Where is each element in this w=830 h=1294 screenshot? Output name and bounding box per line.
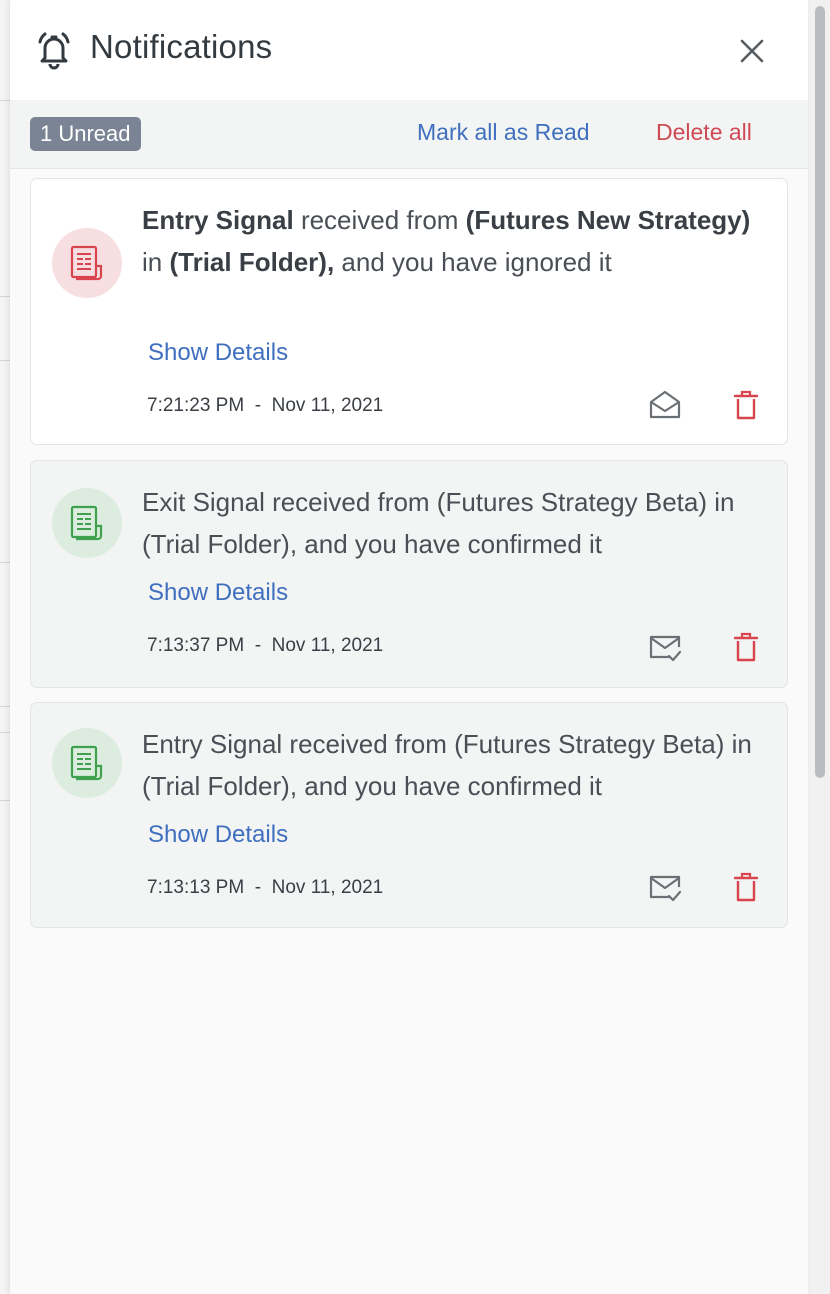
mark-unread-envelope-check-icon[interactable] <box>647 629 683 665</box>
notifications-toolbar: 1 Unread Mark all as Read Delete all <box>10 100 808 169</box>
notification-message: Entry Signal received from (Futures Stra… <box>142 729 752 801</box>
notification-timestamp: 7:21:23 PM - Nov 11, 2021 <box>147 395 384 416</box>
unread-badge: 1 Unread <box>30 117 141 151</box>
notification-message: Exit Signal received from (Futures Strat… <box>142 487 735 559</box>
scrollbar-thumb[interactable] <box>815 6 825 778</box>
page-title: Notifications <box>90 28 273 65</box>
bell-icon <box>38 32 70 70</box>
show-details-link[interactable]: Show Details <box>148 821 288 849</box>
notification-avatar <box>52 228 122 298</box>
notification-card: Exit Signal received from (Futures Strat… <box>30 460 788 688</box>
notification-card: Entry Signal received from (Futures New … <box>30 178 788 445</box>
show-details-link[interactable]: Show Details <box>148 579 288 607</box>
folder-name: (Trial Folder), <box>169 247 335 277</box>
document-icon <box>70 745 103 781</box>
notification-avatar <box>52 728 122 798</box>
notification-timestamp: 7:13:37 PM - Nov 11, 2021 <box>147 635 384 656</box>
notification-avatar <box>52 488 122 558</box>
mark-all-read-button[interactable]: Mark all as Read <box>417 119 590 146</box>
close-icon[interactable] <box>733 32 771 70</box>
trash-icon[interactable] <box>728 629 764 665</box>
panel-header: Notifications <box>10 0 808 100</box>
delete-all-button[interactable]: Delete all <box>656 119 752 146</box>
document-icon <box>70 245 103 281</box>
mark-read-open-envelope-icon[interactable] <box>647 387 683 423</box>
strategy-name: (Futures New Strategy) <box>465 205 751 235</box>
notifications-panel: Notifications 1 Unread Mark all as Read … <box>10 0 808 1294</box>
notification-timestamp: 7:13:13 PM - Nov 11, 2021 <box>147 877 384 898</box>
document-icon <box>70 505 103 541</box>
trash-icon[interactable] <box>728 869 764 905</box>
show-details-link[interactable]: Show Details <box>148 339 288 367</box>
trash-icon[interactable] <box>728 387 764 423</box>
signal-type: Entry Signal <box>142 205 294 235</box>
notification-card: Entry Signal received from (Futures Stra… <box>30 702 788 928</box>
mark-unread-envelope-check-icon[interactable] <box>647 869 683 905</box>
notification-message: Entry Signal received from (Futures New … <box>142 205 751 277</box>
